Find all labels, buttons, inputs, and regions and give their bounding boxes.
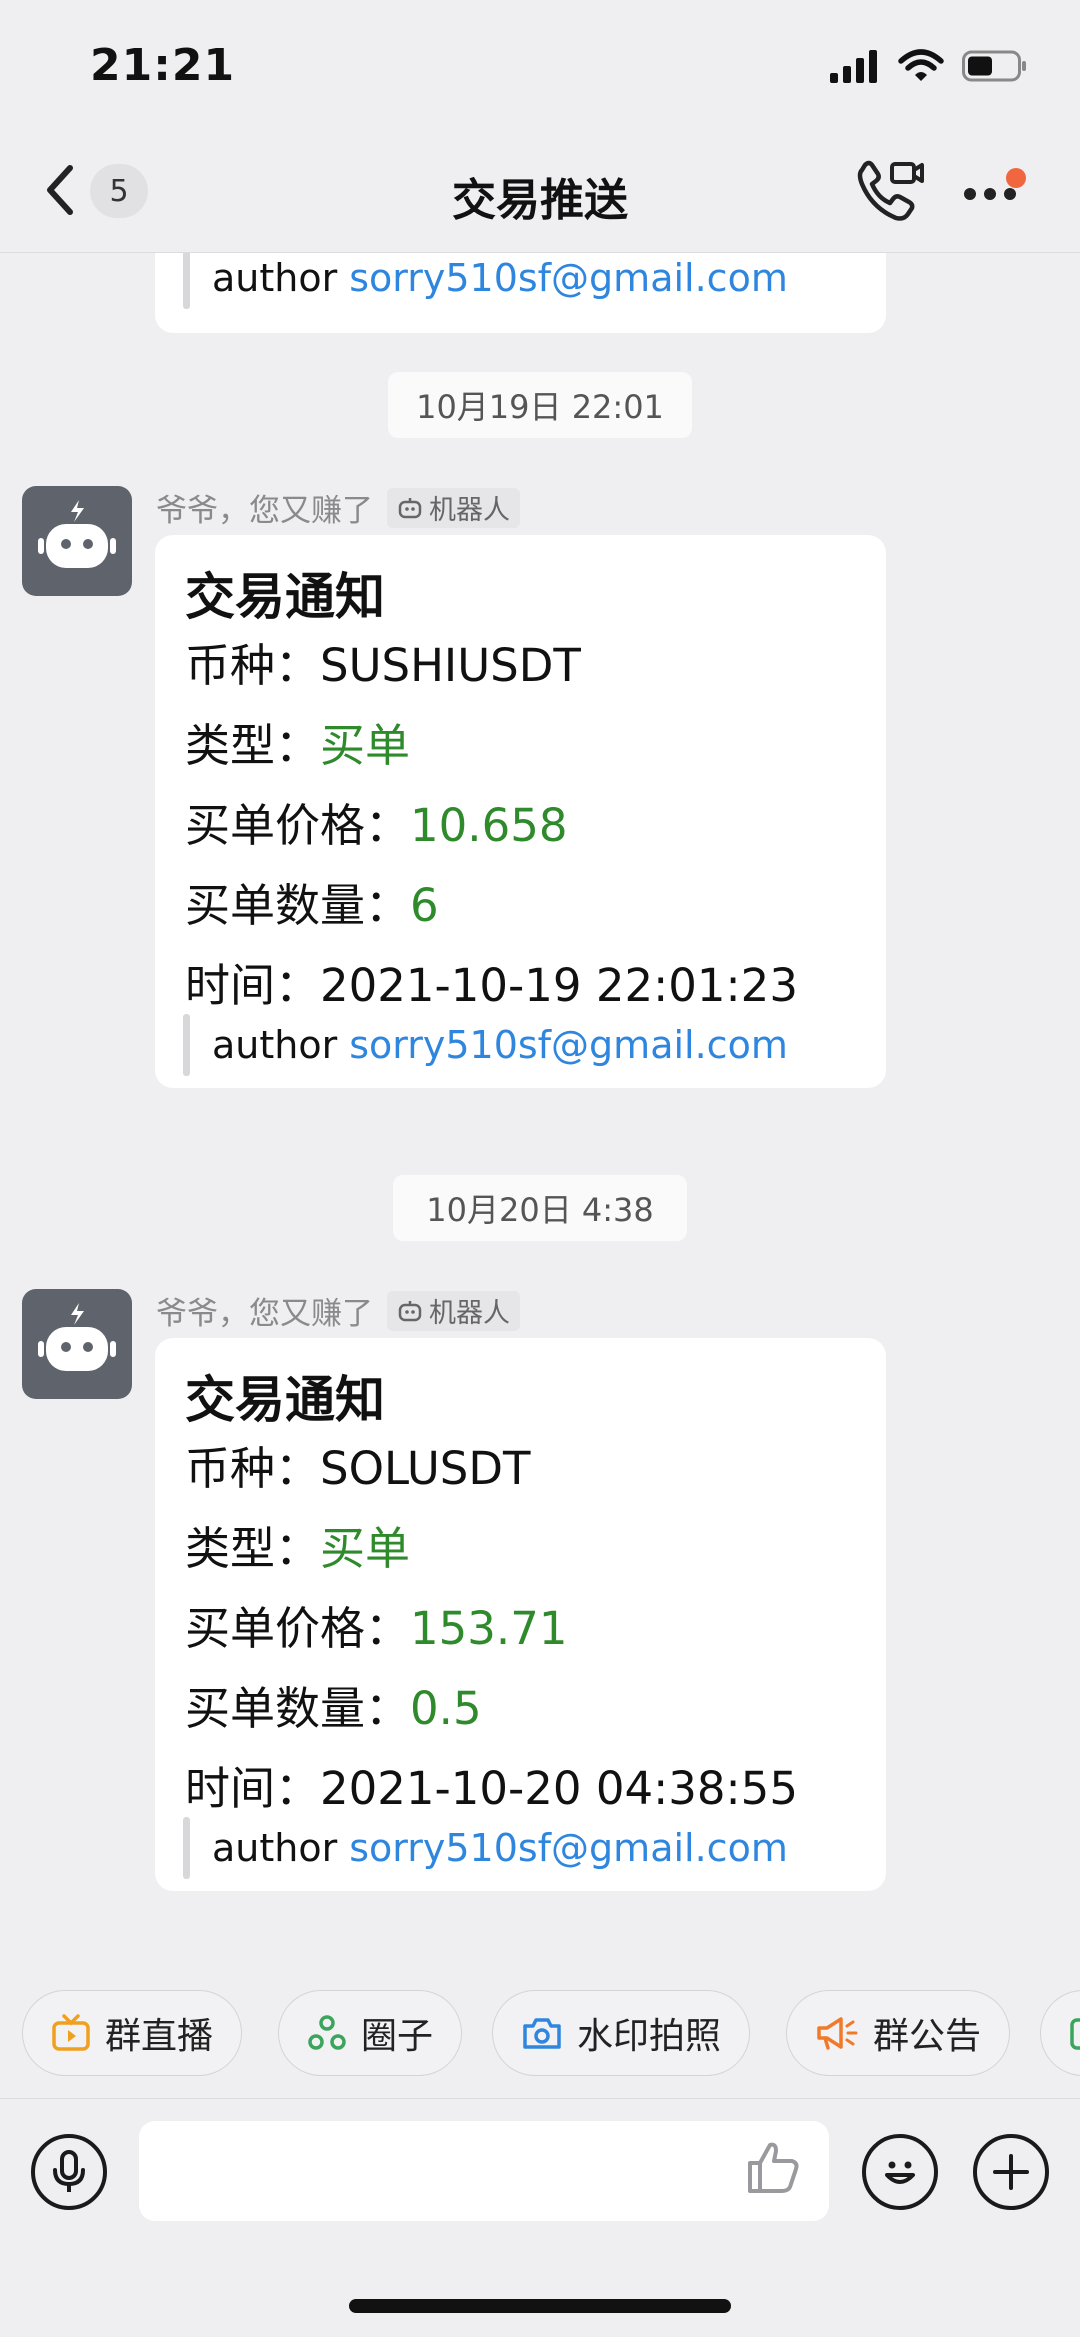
bot-tag: 机器人 bbox=[387, 1290, 520, 1331]
price-row: 买单价格：153.71 bbox=[185, 1602, 568, 1655]
smiley-icon bbox=[885, 2161, 915, 2184]
symbol-value: SOLUSDT bbox=[320, 1442, 531, 1495]
type-value: 买单 bbox=[320, 1522, 411, 1575]
time-value: 2021-10-19 22:01:23 bbox=[320, 959, 798, 1012]
status-bar: 21:21 bbox=[0, 0, 1080, 130]
megaphone-icon bbox=[817, 2017, 858, 2050]
tv-icon bbox=[52, 2014, 90, 2051]
quantity-value: 0.5 bbox=[410, 1682, 482, 1735]
author-quote: author sorry510sf@gmail.com bbox=[183, 253, 788, 309]
type-row: 类型：买单 bbox=[185, 1522, 411, 1575]
battery-icon bbox=[962, 50, 1026, 82]
quantity-row: 买单数量：6 bbox=[185, 879, 439, 932]
price-value: 153.71 bbox=[410, 1602, 568, 1655]
card-title: 交易通知 bbox=[185, 1371, 385, 1429]
wifi-icon bbox=[898, 49, 944, 81]
author-email-link[interactable]: sorry510sf@gmail.com bbox=[349, 256, 788, 300]
author-email-link[interactable]: sorry510sf@gmail.com bbox=[349, 1023, 788, 1067]
notification-dot bbox=[1006, 168, 1026, 188]
add-button[interactable] bbox=[973, 2134, 1049, 2210]
time-value: 2021-10-20 04:38:55 bbox=[320, 1762, 798, 1815]
status-icons bbox=[830, 46, 1028, 86]
symbol-value: SUSHIUSDT bbox=[320, 639, 581, 692]
call-icon[interactable] bbox=[852, 158, 926, 224]
time-row: 时间：2021-10-20 04:38:55 bbox=[185, 1762, 798, 1815]
author-label: author bbox=[212, 256, 338, 300]
card-title: 交易通知 bbox=[185, 568, 385, 626]
timestamp: 10月20日 4:38 bbox=[393, 1175, 687, 1241]
more-dot-icon bbox=[1004, 188, 1016, 200]
quick-action-bar: 群直播 圈子 水印拍照 群公告 bbox=[0, 1990, 1080, 2080]
sender-name: 爷爷，您又赚了 bbox=[156, 493, 373, 529]
status-time: 21:21 bbox=[90, 40, 236, 91]
trade-notification-card[interactable]: 交易通知 币种：SOLUSDT 类型：买单 买单价格：153.71 买单数量：0… bbox=[155, 1338, 886, 1891]
price-row: 买单价格：10.658 bbox=[185, 799, 568, 852]
bot-avatar[interactable] bbox=[22, 486, 132, 596]
chat-header: 5 交易推送 bbox=[0, 130, 1080, 253]
robot-icon bbox=[38, 500, 116, 568]
type-row: 类型：买单 bbox=[185, 719, 411, 772]
quick-action-watermark-camera[interactable]: 水印拍照 bbox=[492, 1990, 751, 2076]
quick-action-more[interactable] bbox=[1040, 1990, 1080, 2076]
quantity-value: 6 bbox=[410, 879, 439, 932]
time-row: 时间：2021-10-19 22:01:23 bbox=[185, 959, 798, 1012]
trade-notification-card[interactable]: 交易通知 币种：SUSHIUSDT 类型：买单 买单价格：10.658 买单数量… bbox=[155, 535, 886, 1088]
author-quote: author sorry510sf@gmail.com bbox=[183, 1014, 788, 1076]
symbol-row: 币种：SOLUSDT bbox=[185, 1442, 531, 1495]
plus-icon bbox=[993, 2154, 1029, 2190]
more-dot-icon bbox=[964, 188, 976, 200]
message-input[interactable] bbox=[139, 2121, 829, 2221]
quick-action-live[interactable]: 群直播 bbox=[22, 1990, 243, 2076]
signal-icon bbox=[830, 50, 877, 83]
chat-area[interactable]: author sorry510sf@gmail.com 10月19日 22:01… bbox=[0, 253, 1080, 1975]
partial-icon bbox=[1070, 2018, 1080, 2050]
more-dot-icon bbox=[984, 188, 996, 200]
home-indicator[interactable] bbox=[349, 2299, 731, 2313]
sender-row: 爷爷，您又赚了 机器人 bbox=[156, 485, 520, 530]
symbol-row: 币种：SUSHIUSDT bbox=[185, 639, 581, 692]
previous-message-bubble: author sorry510sf@gmail.com bbox=[155, 253, 886, 333]
thumbs-up-icon[interactable] bbox=[742, 2137, 802, 2197]
circle-icon bbox=[308, 2015, 346, 2050]
robot-icon bbox=[38, 1303, 116, 1371]
screen: 21:21 5 交易推送 author sorry510sf@gmail.com… bbox=[0, 0, 1080, 2337]
microphone-icon bbox=[53, 2150, 85, 2192]
voice-button[interactable] bbox=[31, 2134, 107, 2210]
author-label: author bbox=[212, 1826, 338, 1870]
bot-avatar[interactable] bbox=[22, 1289, 132, 1399]
author-email-link[interactable]: sorry510sf@gmail.com bbox=[349, 1826, 788, 1870]
author-label: author bbox=[212, 1023, 338, 1067]
quantity-row: 买单数量：0.5 bbox=[185, 1682, 482, 1735]
robot-tag-icon bbox=[398, 1300, 422, 1321]
sender-row: 爷爷，您又赚了 机器人 bbox=[156, 1288, 520, 1333]
sender-name: 爷爷，您又赚了 bbox=[156, 1296, 373, 1332]
quick-action-circle[interactable]: 圈子 bbox=[278, 1990, 463, 2076]
emoji-button[interactable] bbox=[862, 2134, 938, 2210]
camera-icon bbox=[523, 2018, 561, 2049]
price-value: 10.658 bbox=[410, 799, 568, 852]
author-quote: author sorry510sf@gmail.com bbox=[183, 1817, 788, 1879]
more-options-button[interactable] bbox=[960, 168, 1030, 218]
type-value: 买单 bbox=[320, 719, 411, 772]
quick-action-announcement[interactable]: 群公告 bbox=[786, 1990, 1011, 2076]
timestamp: 10月19日 22:01 bbox=[388, 372, 692, 438]
bot-tag: 机器人 bbox=[387, 487, 520, 528]
robot-tag-icon bbox=[398, 497, 422, 518]
